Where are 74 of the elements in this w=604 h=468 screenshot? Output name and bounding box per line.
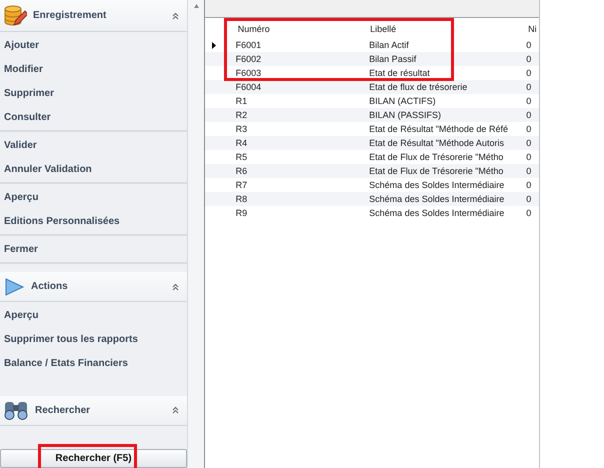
table-cell-text: 0 <box>525 40 532 50</box>
play-icon <box>3 276 25 297</box>
table-cell-text: R4 <box>234 138 248 148</box>
table-row[interactable]: R4 Etat de Résultat "Méthode Autoris 0 <box>205 136 539 150</box>
column-header[interactable]: Ni <box>514 24 539 34</box>
sidebar-item[interactable]: Supprimer tous les rapports <box>0 327 187 352</box>
table-cell-text: BILAN (PASSIFS) <box>368 110 442 120</box>
table-row[interactable]: R2 BILAN (PASSIFS) 0 <box>205 108 539 122</box>
section-title: Rechercher <box>35 404 92 416</box>
table-cell-text: 0 <box>525 82 532 92</box>
database-pencil-icon <box>3 4 27 28</box>
search-button[interactable]: Rechercher (F5) <box>0 449 187 468</box>
table-cell-text: F6002 <box>234 54 262 64</box>
sidebar-item[interactable]: Annuler Validation <box>0 157 187 182</box>
table-cell-text: BILAN (ACTIFS) <box>368 96 437 106</box>
table-cell-text: Schéma des Soldes Intermédiaire <box>368 194 506 204</box>
table-cell-text: R9 <box>234 208 248 218</box>
sidebar-item[interactable]: Fermer <box>0 237 187 262</box>
sidebar-item[interactable]: Valider <box>0 133 187 158</box>
collapse-icon[interactable] <box>172 406 179 414</box>
table-row[interactable]: R6 Etat de Flux de Trésorerie "Métho 0 <box>205 164 539 178</box>
sidebar-item[interactable]: Ajouter <box>0 33 187 58</box>
table-row[interactable]: R8 Schéma des Soldes Intermédiaire 0 <box>205 192 539 206</box>
section-title: Enregistrement <box>33 10 108 22</box>
table-cell-text: 0 <box>525 96 532 106</box>
table-cell-text: 0 <box>525 208 532 218</box>
table-cell-text: 0 <box>525 194 532 204</box>
table-cell-text: 0 <box>525 180 532 190</box>
table-cell-text: 0 <box>525 124 532 134</box>
table-cell-text: 0 <box>525 68 532 78</box>
table-cell-text: R8 <box>234 194 248 204</box>
table-cell-text: F6001 <box>234 40 262 50</box>
table-cell-text: Etat de Résultat "Méthode de Réfé <box>368 124 509 134</box>
section-header[interactable]: Actions <box>0 272 187 302</box>
table-cell-text: Etat de Flux de Trésorerie "Métho <box>368 166 504 176</box>
section-title: Actions <box>31 281 69 292</box>
table-cell-text: 0 <box>525 166 532 176</box>
table-cell-text: R5 <box>234 152 248 162</box>
sidebar-item[interactable]: Consulter <box>0 105 187 130</box>
table-cell-text: Etat de Flux de Trésorerie "Métho <box>368 152 504 162</box>
collapse-icon[interactable] <box>172 282 179 291</box>
sidebar-item[interactable]: Aperçu <box>0 303 187 328</box>
column-header[interactable]: Libellé <box>356 24 514 34</box>
table-cell-text: Bilan Actif <box>368 40 410 50</box>
sidebar-item[interactable]: Balance / Etats Financiers <box>0 351 187 376</box>
table-cell-text: R1 <box>234 96 248 106</box>
table-cell-text: Schéma des Soldes Intermédiaire <box>368 208 506 218</box>
table-row[interactable]: F6002 Bilan Passif 0 <box>205 52 539 66</box>
scroll-up-icon[interactable] <box>194 4 198 8</box>
table-cell-text: 0 <box>525 110 532 120</box>
table-cell-text: 0 <box>525 54 532 64</box>
table-cell-text: Bilan Passif <box>368 54 418 64</box>
table-cell-text: R2 <box>234 110 248 120</box>
table-cell-text: F6003 <box>234 68 262 78</box>
sidebar-item[interactable]: Aperçu <box>0 185 187 210</box>
table-cell-text: R7 <box>234 180 248 190</box>
sidebar-item[interactable]: Supprimer <box>0 81 187 106</box>
table-cell-text: R6 <box>234 166 248 176</box>
table-row[interactable]: F6004 Etat de flux de trésorerie 0 <box>205 80 539 94</box>
collapse-icon[interactable] <box>172 12 179 20</box>
table-cell-text: Etat de résultat <box>368 68 431 78</box>
table-cell-text: 0 <box>525 138 532 148</box>
sidebar-item[interactable]: Editions Personnalisées <box>0 209 187 234</box>
section-header[interactable]: Rechercher <box>0 396 187 426</box>
section-header[interactable]: Enregistrement <box>0 0 187 32</box>
table-cell-text: R3 <box>234 124 248 134</box>
table-cell-text: F6004 <box>234 82 262 92</box>
table-cell-text: 0 <box>525 152 532 162</box>
sidebar-item[interactable]: Modifier <box>0 57 187 82</box>
column-header[interactable]: Numéro <box>224 24 356 34</box>
table-cell-text: Etat de flux de trésorerie <box>368 82 468 92</box>
binoculars-icon <box>3 399 29 422</box>
table-cell-text: Etat de Résultat "Méthode Autoris <box>368 138 505 148</box>
table-cell-text: Schéma des Soldes Intermédiaire <box>368 180 506 190</box>
